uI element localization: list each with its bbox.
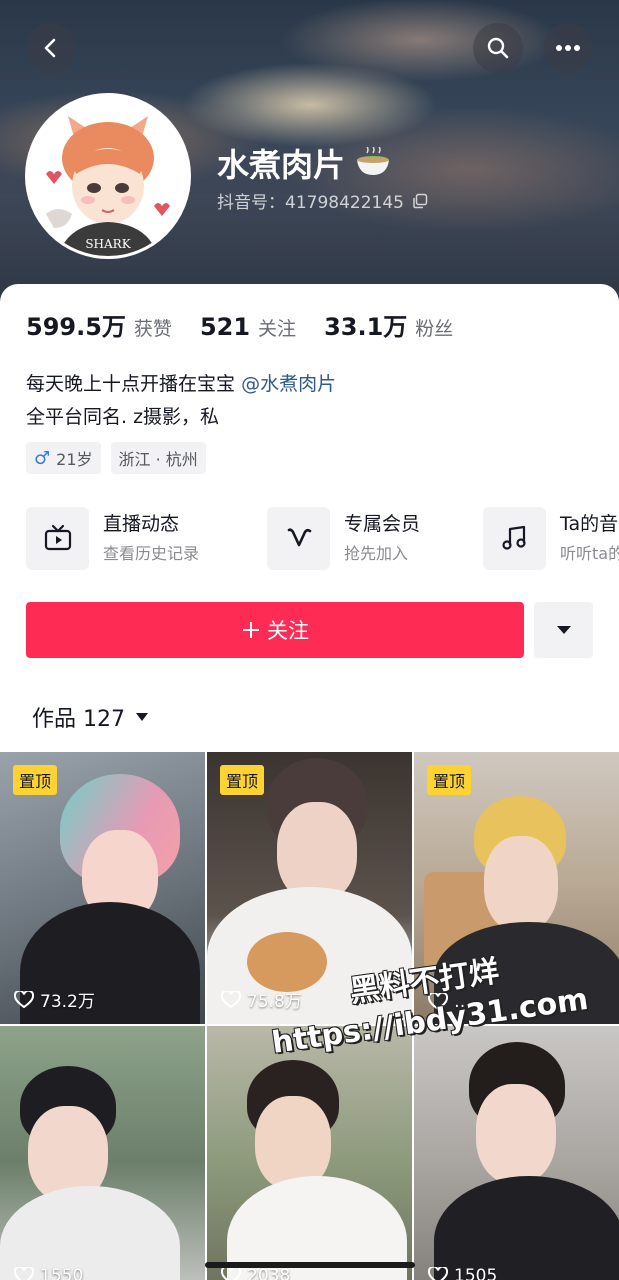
pinned-badge: 置顶	[427, 765, 472, 795]
caret-down-icon	[556, 626, 571, 634]
music-note-icon	[501, 525, 526, 550]
douyin-id-text: 抖音号：41798422145	[217, 193, 404, 213]
plus-icon	[243, 622, 259, 638]
bio: 每天晚上十点开播在宝宝 @水煮肉片 全平台同名. z摄影，私	[26, 368, 336, 434]
tag-age: ♂ 21岁	[26, 442, 101, 474]
video-thumbnail[interactable]: 1550	[0, 1026, 205, 1280]
tv-icon	[44, 524, 71, 551]
follow-button[interactable]: 关注	[26, 602, 524, 658]
copy-icon[interactable]	[412, 193, 428, 209]
profile-tags: ♂ 21岁 浙江 · 杭州	[26, 442, 206, 474]
stat-label: 获赞	[133, 318, 172, 340]
profile-stats: 599.5万 获赞 521 关注 33.1万 粉丝	[26, 307, 481, 342]
chevron-left-icon	[44, 38, 56, 58]
nickname: 水煮肉片	[217, 140, 393, 186]
nickname-text: 水煮肉片	[217, 146, 346, 184]
back-button[interactable]	[26, 23, 76, 73]
douyin-id: 抖音号：41798422145	[217, 188, 428, 213]
more-button[interactable]	[543, 23, 593, 73]
heart-outline-icon	[14, 1267, 34, 1280]
svg-text:SHARK: SHARK	[85, 237, 131, 251]
ellipsis-icon	[556, 45, 580, 51]
stat-value: 33.1万	[324, 313, 408, 341]
caret-down-icon	[136, 713, 148, 721]
like-count: 1550	[14, 1266, 83, 1280]
tag-location: 浙江 · 杭州	[110, 442, 206, 474]
stat-followers[interactable]: 33.1万 粉丝	[324, 307, 453, 342]
stat-likes[interactable]: 599.5万 获赞	[26, 307, 172, 342]
tab-works-label: 作品 127	[32, 707, 125, 732]
feature-live-history[interactable]: 直播动态 查看历史记录	[26, 506, 199, 570]
stat-value: 521	[199, 313, 251, 341]
vip-icon	[287, 528, 311, 547]
like-count: 73.2万	[14, 987, 95, 1012]
avatar[interactable]: SHARK	[25, 93, 191, 259]
like-count: 1505	[428, 1266, 497, 1280]
feature-music[interactable]: Ta的音乐 听听ta的	[483, 506, 619, 570]
stat-label: 粉丝	[415, 318, 454, 340]
bio-line-2: 全平台同名. z摄影，私	[26, 406, 220, 428]
heart-outline-icon	[428, 1267, 448, 1280]
pinned-badge: 置顶	[220, 765, 265, 795]
feature-row: 直播动态 查看历史记录 专属会员 抢先加入 Ta的音乐 听听ta的	[26, 506, 619, 570]
bio-line-1: 每天晚上十点开播在宝宝 @水煮肉片	[26, 373, 337, 395]
stat-following[interactable]: 521 关注	[200, 313, 296, 341]
search-button[interactable]	[473, 23, 523, 73]
search-icon	[487, 37, 509, 59]
tab-works[interactable]: 作品 127	[32, 701, 149, 733]
bio-mention-link[interactable]: @水煮肉片	[241, 373, 336, 395]
male-icon: ♂	[34, 447, 51, 469]
stat-label: 关注	[258, 318, 297, 340]
video-thumbnail[interactable]: 置顶 73.2万	[0, 752, 205, 1024]
heart-outline-icon	[221, 1267, 241, 1280]
stat-value: 599.5万	[26, 313, 126, 341]
feature-membership[interactable]: 专属会员 抢先加入	[267, 506, 420, 570]
heart-outline-icon	[221, 990, 241, 1008]
bowl-icon	[357, 147, 390, 175]
video-thumbnail[interactable]: 1505	[414, 1026, 619, 1280]
follow-button-label: 关注	[267, 619, 309, 643]
heart-outline-icon	[14, 990, 34, 1008]
pinned-badge: 置顶	[13, 765, 58, 795]
home-indicator	[205, 1262, 415, 1268]
like-count: 2038	[221, 1266, 290, 1280]
recommend-dropdown-button[interactable]	[534, 602, 593, 658]
